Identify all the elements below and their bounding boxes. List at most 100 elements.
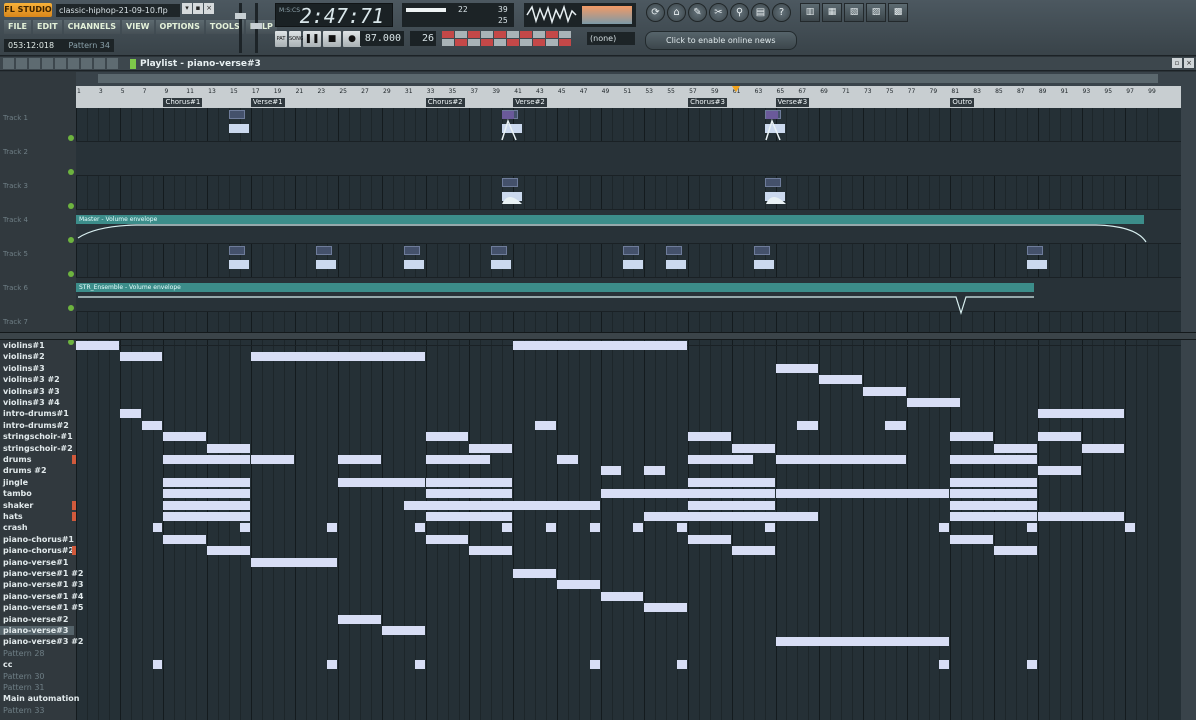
snap-button[interactable] bbox=[520, 31, 532, 38]
pattern-clip[interactable] bbox=[207, 443, 250, 453]
pattern-label[interactable]: violins#2 bbox=[3, 352, 45, 361]
clip-header[interactable] bbox=[764, 178, 781, 187]
timeline-marker[interactable]: Outro bbox=[950, 98, 975, 107]
minimize-button[interactable]: ▾ bbox=[182, 3, 192, 14]
pattern-clip[interactable] bbox=[425, 455, 491, 464]
pattern-clip[interactable] bbox=[775, 489, 950, 499]
menu-edit[interactable]: EDIT bbox=[33, 20, 62, 34]
draw-icon[interactable] bbox=[29, 58, 40, 69]
paint-icon[interactable] bbox=[42, 58, 53, 69]
snap-button[interactable] bbox=[559, 31, 571, 38]
mixer-icon[interactable]: ▨ bbox=[866, 3, 886, 22]
pattern-clip[interactable] bbox=[1026, 523, 1037, 533]
snap-button[interactable] bbox=[481, 31, 493, 38]
pattern-clip[interactable] bbox=[950, 432, 994, 442]
horizontal-scrollbar[interactable] bbox=[98, 74, 1158, 83]
playlist-detach-icon[interactable]: ▫ bbox=[1172, 58, 1182, 68]
pattern-clip[interactable] bbox=[513, 569, 556, 578]
clip-header[interactable] bbox=[229, 246, 246, 255]
snap-select[interactable]: (none) bbox=[587, 32, 635, 45]
pattern-clip[interactable] bbox=[775, 363, 819, 373]
pattern-label[interactable]: piano-verse#1 #5 bbox=[3, 603, 83, 612]
pattern-label[interactable]: Pattern 33 bbox=[3, 706, 45, 715]
pattern-clip[interactable] bbox=[425, 489, 513, 499]
strings-volume-envelope[interactable]: STR_Ensemble - Volume envelope bbox=[76, 283, 1034, 292]
pattern-clip[interactable] bbox=[163, 500, 250, 510]
clip-header[interactable] bbox=[622, 246, 639, 255]
pattern-clip[interactable] bbox=[469, 546, 513, 556]
snap-button[interactable] bbox=[533, 31, 545, 38]
clip-header[interactable] bbox=[666, 246, 683, 255]
pattern-clip[interactable] bbox=[163, 455, 250, 464]
channel-rack-icon[interactable]: ▦ bbox=[822, 3, 842, 22]
clip-header[interactable] bbox=[753, 246, 770, 255]
pattern-clip[interactable] bbox=[425, 534, 469, 544]
pattern-clip[interactable] bbox=[939, 523, 950, 533]
pattern-clip[interactable] bbox=[688, 534, 731, 544]
snap-button[interactable] bbox=[520, 39, 532, 46]
pattern-label[interactable]: piano-verse#1 #3 bbox=[3, 580, 83, 589]
pattern-clip[interactable] bbox=[775, 637, 950, 647]
pattern-label[interactable]: intro-drums#1 bbox=[3, 409, 69, 418]
pattern-label[interactable]: tambo bbox=[3, 489, 32, 498]
pattern-clip[interactable] bbox=[589, 660, 600, 670]
undo-icon[interactable]: ⟳ bbox=[646, 3, 665, 22]
pattern-clip[interactable] bbox=[644, 466, 666, 476]
slice-icon[interactable] bbox=[81, 58, 92, 69]
snap-button[interactable] bbox=[546, 31, 558, 38]
pattern-label[interactable]: violins#3 bbox=[3, 364, 45, 373]
timeline-marker[interactable]: Chorus#3 bbox=[688, 98, 727, 107]
close-button[interactable]: × bbox=[204, 3, 214, 14]
pattern-vertical-scrollbar[interactable] bbox=[1181, 340, 1196, 720]
menu-options[interactable]: OPTIONS bbox=[155, 20, 204, 34]
master-volume-slider[interactable] bbox=[235, 3, 246, 53]
pattern-clip[interactable] bbox=[1026, 660, 1037, 670]
pattern-clip[interactable] bbox=[644, 603, 688, 613]
snap-button[interactable] bbox=[442, 31, 454, 38]
maximize-button[interactable]: ▪ bbox=[193, 3, 203, 14]
help-icon[interactable]: ? bbox=[772, 3, 791, 22]
snap-button[interactable] bbox=[455, 31, 467, 38]
search-icon[interactable]: ⚲ bbox=[730, 3, 749, 22]
pattern-clip[interactable] bbox=[239, 523, 250, 533]
snap-button[interactable] bbox=[481, 39, 493, 46]
pattern-clip[interactable] bbox=[545, 523, 556, 533]
pattern-label[interactable]: Pattern 28 bbox=[3, 649, 45, 658]
pattern-number-display[interactable]: 26 bbox=[410, 31, 436, 46]
menu-arrow-icon[interactable] bbox=[3, 58, 14, 69]
clip-header[interactable] bbox=[502, 110, 519, 119]
online-news-button[interactable]: Click to enable online news bbox=[645, 31, 797, 50]
pattern-label[interactable]: Pattern 31 bbox=[3, 683, 45, 692]
pat-mode-label[interactable]: PAT bbox=[275, 31, 287, 47]
snap-button[interactable] bbox=[533, 39, 545, 46]
pattern-label[interactable]: violins#3 #3 bbox=[3, 387, 60, 396]
audio-clip[interactable] bbox=[229, 124, 250, 133]
snap-button[interactable] bbox=[468, 31, 480, 38]
timeline-marker[interactable]: Verse#2 bbox=[513, 98, 547, 107]
clip-header[interactable] bbox=[764, 110, 781, 119]
mute-icon[interactable] bbox=[68, 58, 79, 69]
snap-button[interactable] bbox=[507, 31, 519, 38]
pattern-clip[interactable] bbox=[338, 455, 382, 464]
pattern-label[interactable]: piano-verse#1 bbox=[3, 558, 68, 567]
pattern-clip[interactable] bbox=[403, 500, 600, 510]
audio-clip[interactable] bbox=[764, 124, 785, 133]
pattern-clip[interactable] bbox=[819, 375, 862, 385]
scissors-icon[interactable]: ✂ bbox=[709, 3, 728, 22]
pattern-clip[interactable] bbox=[207, 546, 250, 556]
zoom-icon[interactable] bbox=[107, 58, 118, 69]
clip-header[interactable] bbox=[403, 246, 420, 255]
pattern-clip[interactable] bbox=[414, 660, 425, 670]
snap-button[interactable] bbox=[455, 39, 467, 46]
pattern-label[interactable]: violins#3 #4 bbox=[3, 398, 60, 407]
pattern-clip[interactable] bbox=[688, 455, 753, 464]
pattern-clip[interactable] bbox=[414, 523, 425, 533]
pattern-clip[interactable] bbox=[152, 660, 163, 670]
snap-button[interactable] bbox=[546, 39, 558, 46]
audio-clip[interactable] bbox=[502, 192, 523, 201]
pattern-clip[interactable] bbox=[644, 512, 819, 521]
audio-clip[interactable] bbox=[1026, 260, 1047, 269]
menu-view[interactable]: VIEW bbox=[122, 20, 154, 34]
piano-roll-icon[interactable]: ▧ bbox=[844, 3, 864, 22]
clip-header[interactable] bbox=[229, 110, 246, 119]
